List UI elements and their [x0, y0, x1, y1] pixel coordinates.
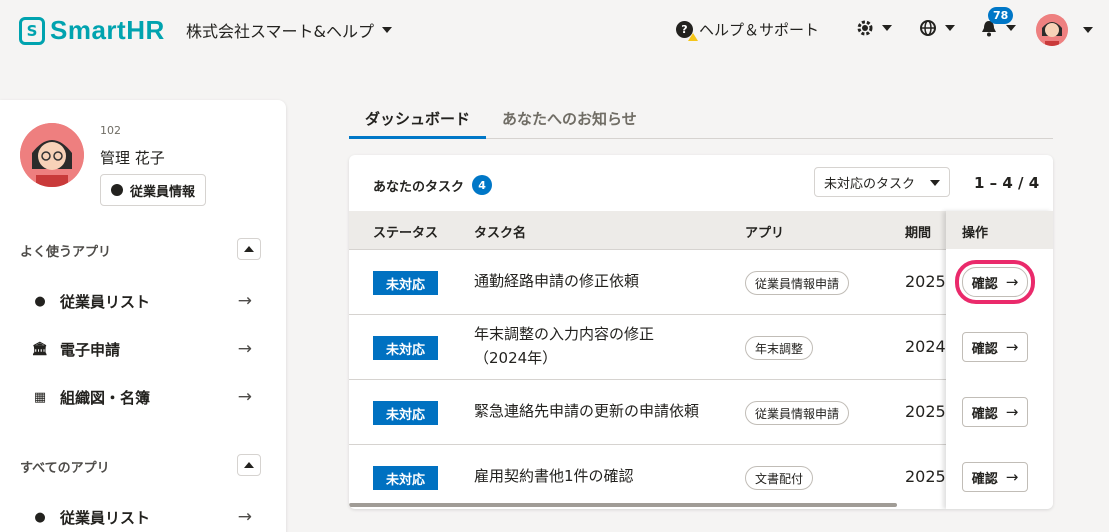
tab-dashboard[interactable]: ダッシュボード	[349, 104, 487, 139]
task-period: 2024/	[905, 337, 945, 356]
operations-column: 操作 確認 → 確認 → 確認 → 確認 →	[946, 211, 1053, 509]
task-count-badge: 4	[472, 175, 493, 195]
employee-name: 管理 花子	[100, 149, 165, 167]
sidebar: 102 管理 花子 従業員情報 よく使うアプリ ● 従業員リスト → 🏛 電子申…	[0, 100, 286, 532]
chevron-down-icon	[945, 25, 955, 31]
chevron-down-icon	[930, 180, 940, 186]
employee-info-label: 従業員情報	[130, 184, 196, 200]
notification-count-badge: 78	[988, 7, 1014, 24]
status-badge: 未対応	[373, 466, 438, 490]
tab-notifications[interactable]: あなたへのお知らせ	[486, 104, 653, 139]
confirm-button[interactable]: 確認 →	[962, 462, 1028, 492]
task-name: 通勤経路申請の修正依頼	[474, 272, 640, 290]
person-icon: ●	[34, 293, 46, 309]
column-header-status: ステータス	[373, 226, 439, 241]
gear-icon	[857, 20, 873, 36]
app-tag: 年末調整	[745, 336, 814, 360]
sidebar-item-employee-list-all[interactable]: ● 従業員リスト →	[30, 502, 252, 532]
chevron-down-icon[interactable]	[1083, 27, 1093, 33]
favorites-section-title: よく使うアプリ	[20, 245, 112, 260]
arrow-right-icon: →	[1005, 273, 1019, 291]
app-tag: 文書配付	[745, 466, 814, 490]
column-header-period: 期間	[905, 226, 932, 241]
confirm-label: 確認	[971, 406, 998, 422]
task-name: 年末調整の入力内容の修正	[474, 325, 655, 343]
profile-face-icon	[20, 123, 84, 187]
arrow-right-icon: →	[237, 339, 252, 359]
app-tag: 従業員情報申請	[745, 271, 850, 295]
org-chart-icon: ▦	[33, 389, 47, 405]
employee-info-button[interactable]: 従業員情報	[100, 174, 207, 206]
globe-icon	[920, 20, 936, 36]
sidebar-item-label: 従業員リスト	[60, 508, 151, 527]
column-header-operations: 操作	[946, 211, 1053, 249]
all-apps-section-title: すべてのアプリ	[20, 461, 110, 476]
sidebar-item-employee-list[interactable]: ● 従業員リスト →	[30, 286, 252, 316]
sidebar-item-e-application[interactable]: 🏛 電子申請 →	[30, 334, 252, 364]
user-avatar[interactable]	[1036, 14, 1068, 46]
arrow-right-icon: →	[237, 291, 252, 311]
chevron-down-icon	[882, 25, 892, 31]
arrow-right-icon: →	[1005, 338, 1019, 356]
company-name: 株式会社スマート&ヘルプ	[186, 22, 374, 41]
confirm-label: 確認	[971, 276, 998, 292]
horizontal-scrollbar[interactable]	[349, 503, 897, 507]
status-badge: 未対応	[373, 271, 438, 295]
task-filter-value: 未対応のタスク	[824, 176, 916, 192]
chevron-up-icon	[244, 246, 254, 252]
chevron-down-icon	[382, 27, 392, 33]
task-period: 2025/	[905, 467, 945, 486]
dashboard-tabs: ダッシュボード あなたへのお知らせ	[349, 104, 1053, 139]
app-tag: 従業員情報申請	[745, 401, 850, 425]
confirm-label: 確認	[971, 341, 998, 357]
help-icon: ?	[676, 21, 698, 41]
chevron-up-icon	[244, 462, 254, 468]
task-name-line2: （2024年）	[474, 349, 558, 367]
avatar-face-icon	[1036, 14, 1068, 46]
task-title-label: あなたのタスク	[373, 179, 465, 195]
confirm-button[interactable]: 確認 →	[955, 260, 1035, 304]
sidebar-item-label: 組織図・名簿	[60, 388, 151, 407]
arrow-right-icon: →	[237, 387, 252, 407]
task-name: 緊急連絡先申請の更新の申請依頼	[474, 402, 700, 420]
bank-icon: 🏛	[31, 341, 49, 357]
help-support-link[interactable]: ? ヘルプ＆サポート	[676, 19, 820, 41]
employee-number: 102	[100, 124, 121, 137]
logo-text: SmartHR	[50, 15, 165, 45]
arrow-right-icon: →	[237, 507, 252, 527]
sidebar-item-org-chart[interactable]: ▦ 組織図・名簿 →	[30, 382, 252, 412]
status-badge: 未対応	[373, 401, 438, 425]
sidebar-item-label: 電子申請	[60, 340, 121, 359]
confirm-label: 確認	[971, 471, 998, 487]
pagination-info: 1 – 4 / 4	[974, 174, 1040, 192]
task-filter-select[interactable]: 未対応のタスク	[814, 167, 950, 197]
favorites-collapse-button[interactable]	[237, 238, 261, 260]
column-header-task-name: タスク名	[474, 226, 527, 241]
chevron-down-icon	[1006, 25, 1016, 31]
column-header-app: アプリ	[745, 226, 785, 241]
smarthr-logo[interactable]: S SmartHR	[19, 15, 165, 46]
person-icon: ●	[34, 509, 46, 525]
language-menu[interactable]	[919, 19, 955, 37]
user-circle-icon	[111, 184, 123, 196]
arrow-right-icon: →	[1005, 468, 1019, 486]
status-badge: 未対応	[373, 336, 438, 360]
all-apps-collapse-button[interactable]	[237, 454, 261, 476]
settings-menu[interactable]	[856, 19, 892, 37]
help-label: ヘルプ＆サポート	[699, 21, 820, 39]
confirm-button[interactable]: 確認 →	[962, 397, 1028, 427]
task-card-title: あなたのタスク 4	[373, 175, 493, 195]
confirm-button[interactable]: 確認 →	[962, 332, 1028, 362]
sidebar-item-label: 従業員リスト	[60, 292, 151, 311]
task-name: 雇用契約書他1件の確認	[474, 467, 634, 485]
task-period: 2025/	[905, 272, 945, 291]
profile-avatar	[20, 123, 84, 187]
logo-mark-icon: S	[19, 16, 45, 45]
top-header: S SmartHR 株式会社スマート&ヘルプ ? ヘルプ＆サポート 78	[0, 0, 1109, 60]
company-switcher[interactable]: 株式会社スマート&ヘルプ	[186, 18, 392, 42]
arrow-right-icon: →	[1005, 403, 1019, 421]
task-period: 2025/	[905, 402, 945, 421]
task-card: あなたのタスク 4 未対応のタスク 1 – 4 / 4 ステータス タスク名 ア…	[349, 155, 1053, 509]
